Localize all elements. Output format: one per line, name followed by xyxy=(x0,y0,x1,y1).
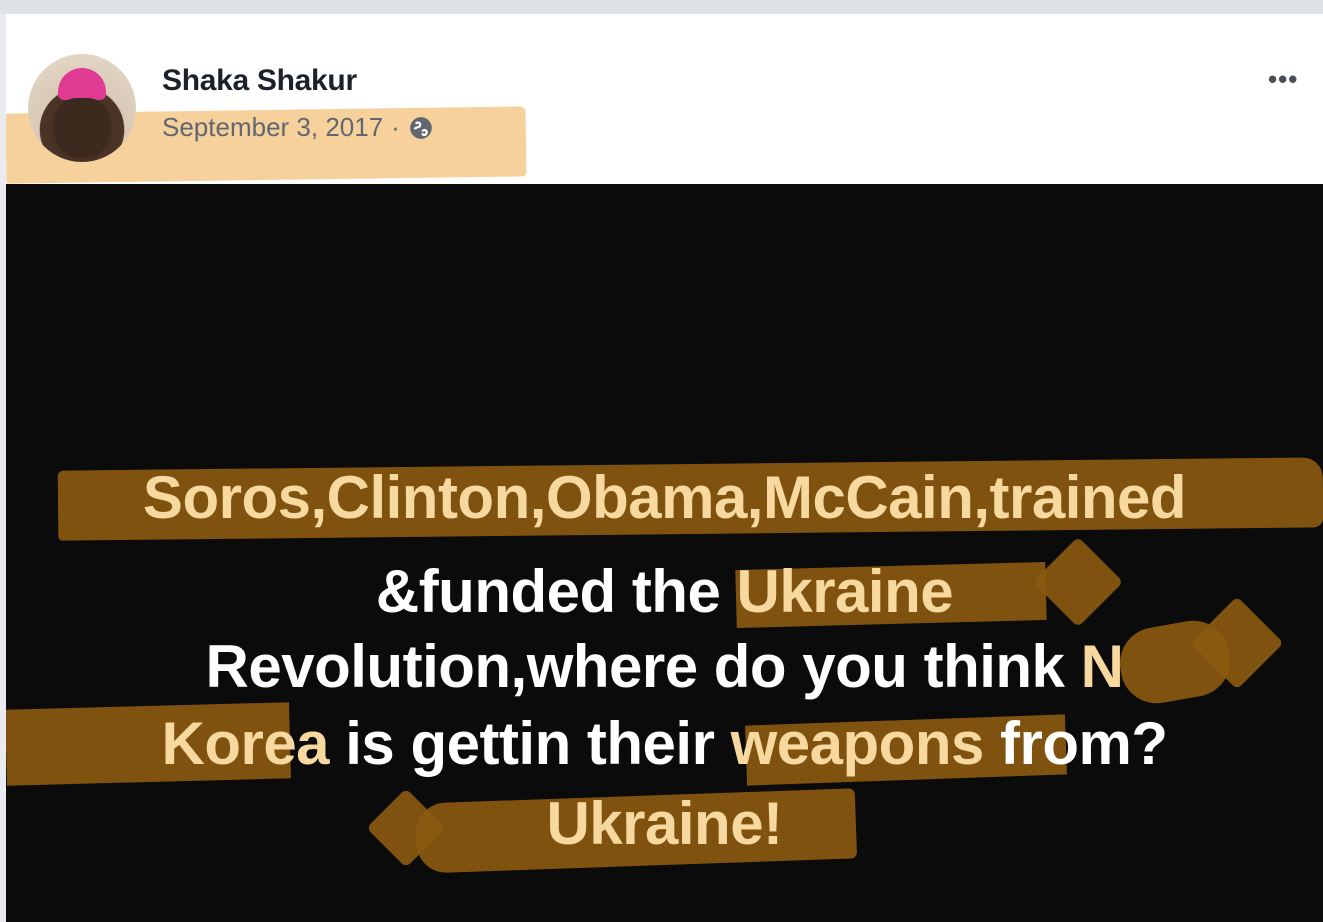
avatar[interactable] xyxy=(28,54,136,162)
poster-line-2: &funded the Ukraine xyxy=(6,555,1323,629)
poster-line4-a: Korea xyxy=(161,710,330,777)
author-name[interactable]: Shaka Shakur xyxy=(162,64,357,98)
meta-separator: · xyxy=(391,112,400,142)
poster-line3-b: N xyxy=(1080,633,1124,700)
poster-line1-text: Soros,Clinton,Obama,McCain,trained xyxy=(142,464,1187,531)
poster-line4-b: is gettin their xyxy=(329,710,731,777)
post-header: Shaka Shakur September 3, 2017 · ••• xyxy=(6,14,1323,184)
poster-line4-d: from? xyxy=(983,710,1168,777)
poster-line3-a: Revolution,where do you think xyxy=(205,633,1081,700)
post-date[interactable]: September 3, 2017 xyxy=(162,112,383,143)
poster-line-5: Ukraine! xyxy=(6,787,1323,861)
poster-line-1: Soros,Clinton,Obama,McCain,trained xyxy=(6,461,1323,535)
poster-line4-c: weapons xyxy=(730,710,985,777)
poster-line-4: Korea is gettin their weapons from? xyxy=(6,707,1323,781)
poster-line2-a: &funded the xyxy=(375,558,737,625)
avatar-hat xyxy=(58,68,106,100)
avatar-face xyxy=(54,98,110,158)
poster-line-3: Revolution,where do you think N xyxy=(6,630,1323,704)
poster-line5-text: Ukraine! xyxy=(546,790,783,857)
post-image[interactable]: Soros,Clinton,Obama,McCain,trained &fund… xyxy=(6,184,1323,922)
facebook-post: Shaka Shakur September 3, 2017 · ••• Sor… xyxy=(6,14,1323,922)
top-bar xyxy=(0,0,1323,14)
poster-line2-b: Ukraine xyxy=(736,558,954,625)
more-options-button[interactable]: ••• xyxy=(1268,64,1298,95)
globe-icon[interactable] xyxy=(408,115,434,141)
post-meta: September 3, 2017 · xyxy=(162,112,434,143)
